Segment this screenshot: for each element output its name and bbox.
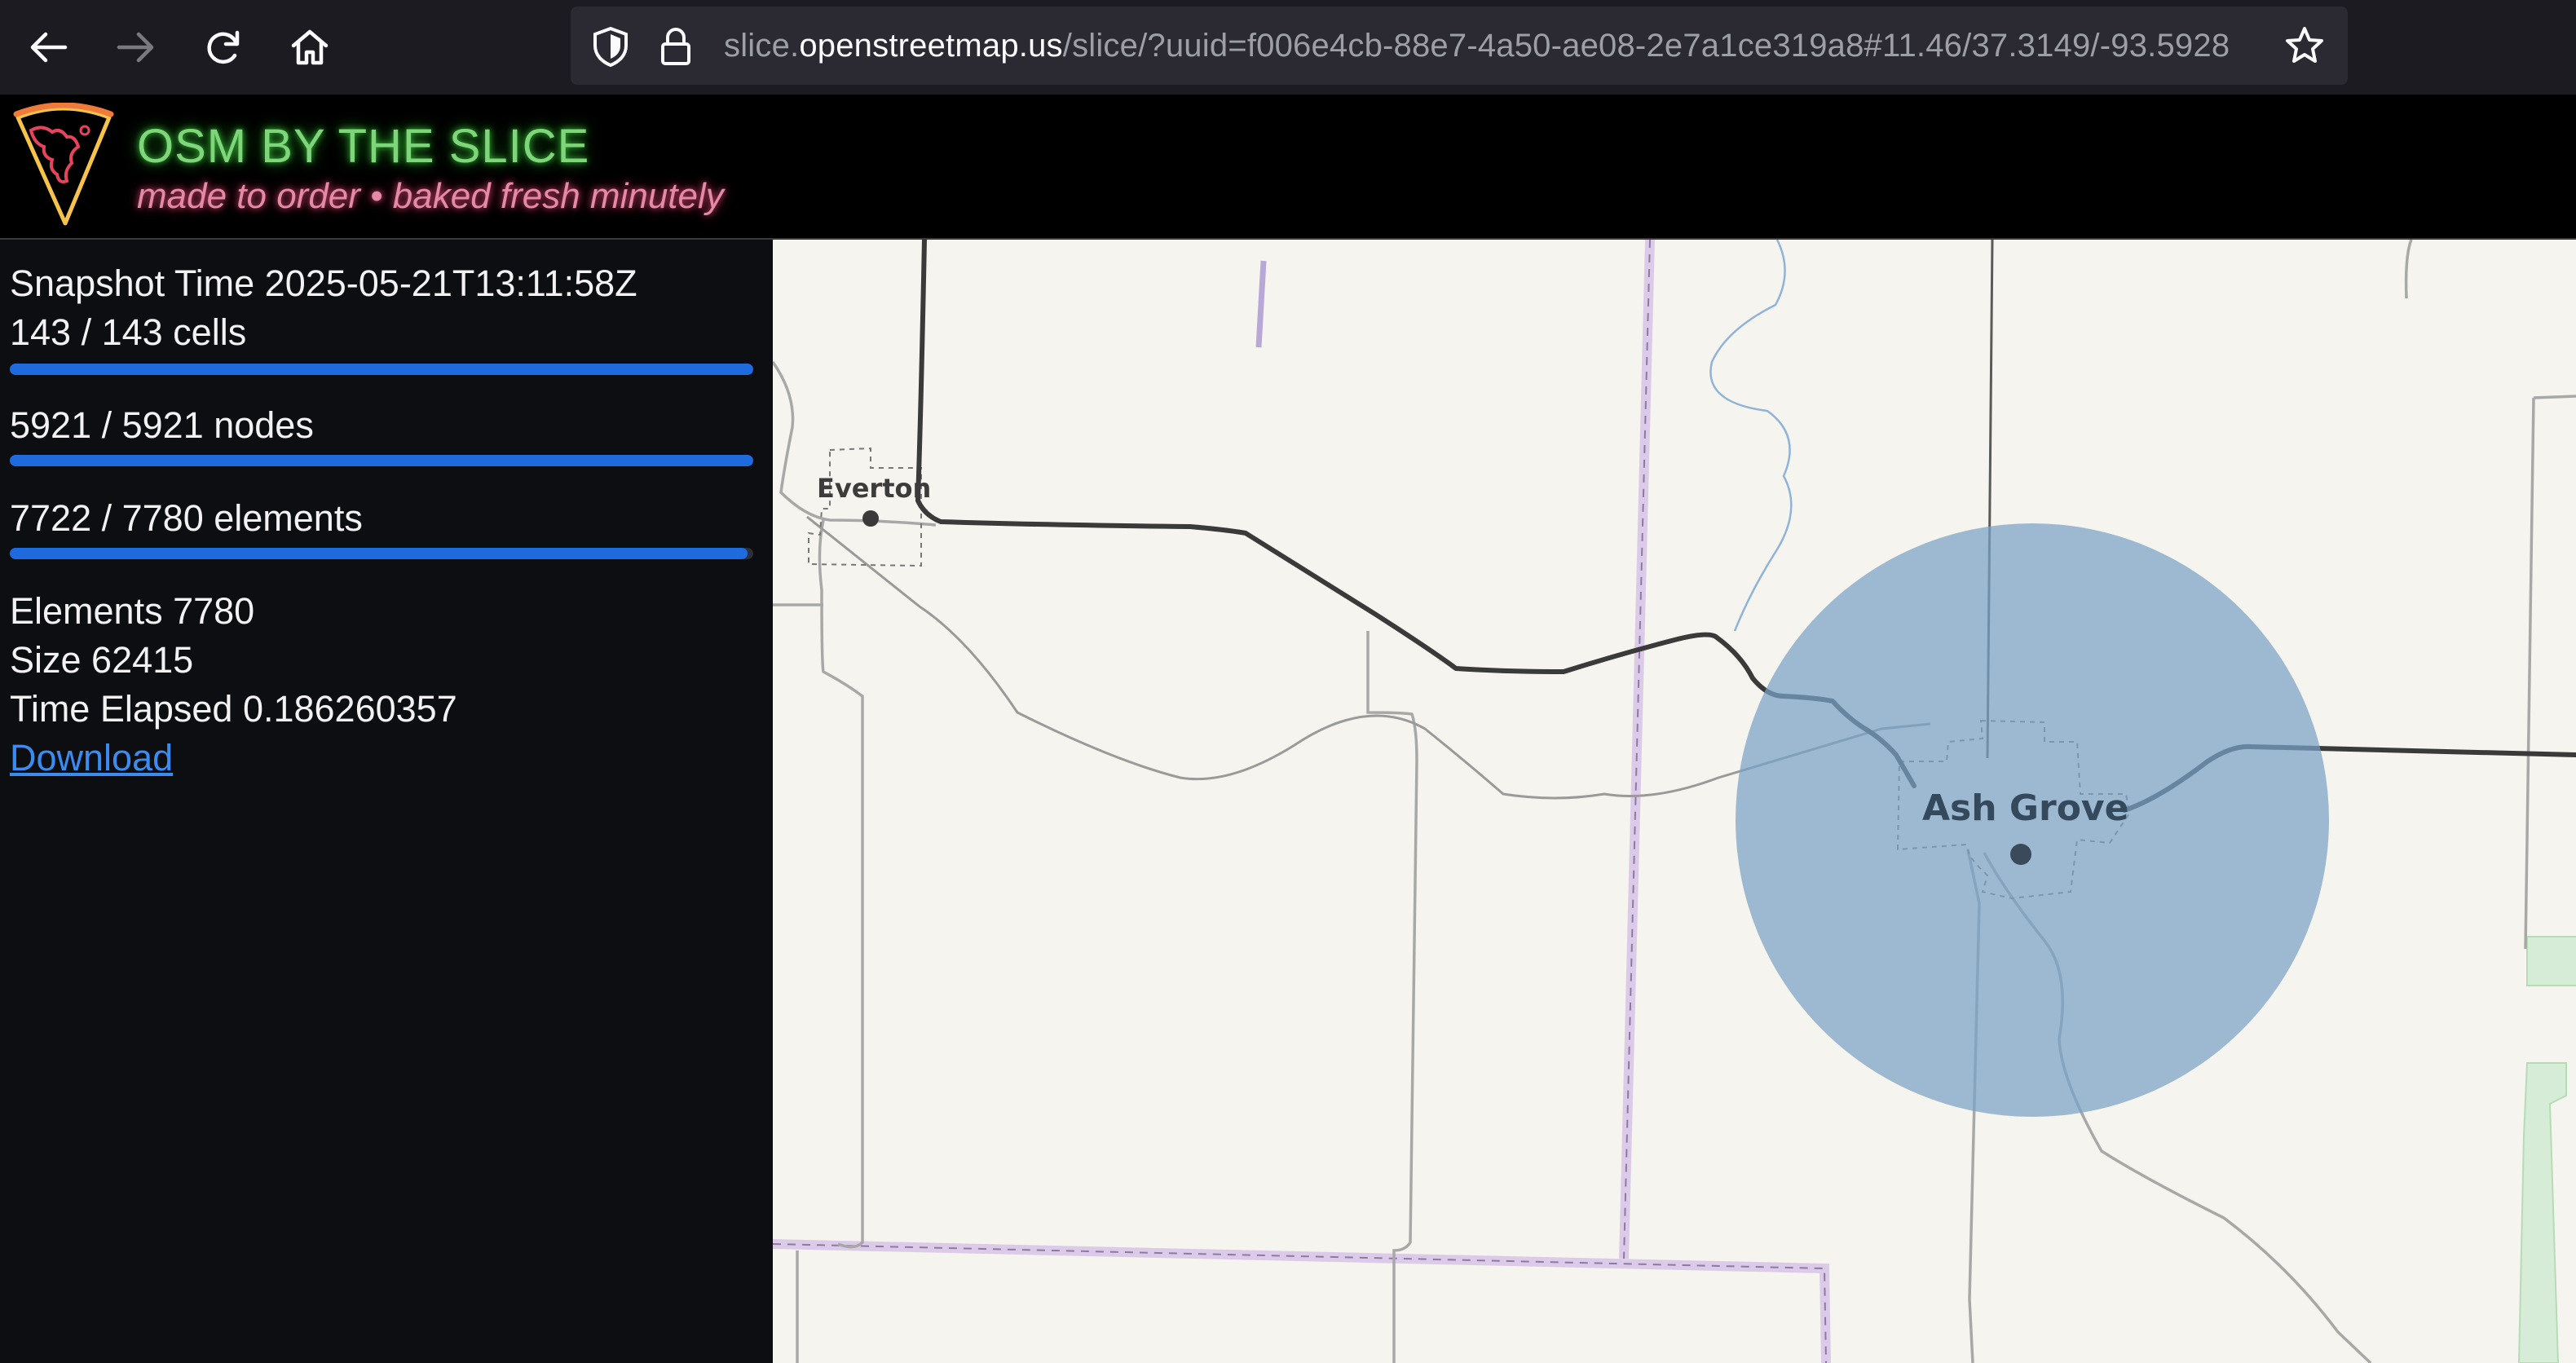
map-layer (773, 240, 2576, 1363)
stats-sidebar: Snapshot Time 2025-05-21T13:11:58Z 143 /… (0, 240, 773, 1363)
cells-progress-label: 143 / 143 cells (10, 311, 247, 353)
browser-toolbar: slice.openstreetmap.us/slice/?uuid=f006e… (0, 0, 2576, 95)
site-title: OSM BY THE SLICE (137, 120, 590, 173)
home-button[interactable] (277, 16, 342, 78)
place-label-ash-grove[interactable]: Ash Grove (1922, 787, 2128, 829)
url-path: /slice/?uuid=f006e4cb-88e7-4a50-ae08-2e7… (1062, 28, 2230, 64)
boundary-lines (773, 240, 1831, 1363)
lock-icon[interactable] (654, 24, 698, 68)
url-host: openstreetmap.us (799, 28, 1063, 64)
site-header: OSM BY THE SLICE made to order • baked f… (0, 95, 2576, 240)
reload-button[interactable] (191, 16, 256, 78)
everton-dot (862, 510, 879, 527)
home-icon (291, 29, 329, 65)
size-value: Size 62415 (10, 639, 194, 681)
park-area (2526, 936, 2576, 986)
elements-progress-fill (10, 548, 748, 559)
stream (1709, 240, 1793, 632)
download-link[interactable]: Download (10, 737, 173, 779)
place-label-everton[interactable]: Everton (817, 473, 931, 504)
ash-grove-dot (2010, 844, 2031, 865)
map-canvas[interactable]: Everton Ash Grove (773, 240, 2576, 1363)
address-bar[interactable]: slice.openstreetmap.us/slice/?uuid=f006e… (571, 7, 2348, 85)
park-area (2517, 1062, 2567, 1363)
site-tagline: made to order • baked fresh minutely (137, 176, 724, 216)
star-icon[interactable] (2283, 24, 2327, 68)
reload-icon (207, 30, 240, 64)
forward-button[interactable] (103, 16, 168, 78)
nodes-progress-label: 5921 / 5921 nodes (10, 404, 314, 446)
nodes-progress-bar (10, 455, 753, 466)
forward-arrow-icon (117, 32, 154, 63)
shield-icon[interactable] (589, 24, 633, 68)
time-elapsed: Time Elapsed 0.186260357 (10, 688, 457, 730)
elements-progress-label: 7722 / 7780 elements (10, 497, 363, 539)
url-text[interactable]: slice.openstreetmap.us/slice/?uuid=f006e… (724, 28, 2230, 68)
pizza-slice-logo-icon[interactable] (10, 103, 116, 230)
elements-progress-bar (10, 548, 753, 559)
elements-count: Elements 7780 (10, 590, 255, 632)
primary-roads (915, 240, 2576, 813)
nodes-progress-fill (10, 455, 753, 466)
cells-progress-fill (10, 364, 753, 375)
back-arrow-icon (30, 32, 68, 63)
snapshot-time: Snapshot Time 2025-05-21T13:11:58Z (10, 262, 637, 304)
url-host-prefix: slice. (724, 28, 800, 64)
cells-progress-bar (10, 364, 753, 375)
back-button[interactable] (16, 16, 82, 78)
